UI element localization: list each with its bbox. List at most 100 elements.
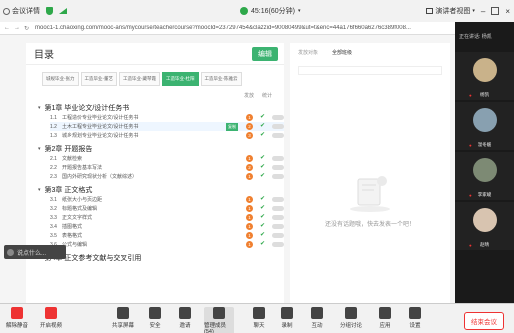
participant-name: 杨凯 xyxy=(480,92,489,97)
section-number: 2.1 xyxy=(50,155,57,162)
empty-state-text: 还没有话题哦，快去发表一个吧！ xyxy=(324,222,415,228)
section-row[interactable]: 3.4 插图格式 1 ✔ xyxy=(50,222,284,231)
reaction-button[interactable]: 互动 xyxy=(302,307,332,329)
video-off-button[interactable]: 开启视频 xyxy=(36,307,66,329)
toolbar-label: 分组讨论 xyxy=(339,323,362,329)
caret-down-icon[interactable]: ▾ xyxy=(38,146,41,152)
section-row[interactable]: 3.3 正文文字样式 1 ✔ xyxy=(50,213,284,222)
section-row[interactable]: 3.6公式与编辑1✔ xyxy=(50,240,284,249)
caret-down-icon[interactable]: ▾ xyxy=(38,187,41,193)
edit-button[interactable]: 编辑 xyxy=(252,46,278,61)
meeting-info-button[interactable]: 会议详情 xyxy=(3,6,40,16)
chat-button[interactable]: 聊天 xyxy=(244,307,274,329)
publish-toggle[interactable] xyxy=(272,206,284,211)
chat-popup-text: 说点什么... xyxy=(17,250,47,257)
class-tab[interactable]: 工造毕业-藏琴霞 xyxy=(119,72,160,86)
speaker-view-label: 演讲者视图 xyxy=(435,8,471,15)
class-tab[interactable]: 工造毕业-杜阳 xyxy=(162,72,199,86)
toolbar-label: 开启视频 xyxy=(39,323,62,329)
class-filter[interactable]: 全部班级 xyxy=(332,49,352,56)
mic-muted-button[interactable]: 解除静音 xyxy=(2,307,32,329)
members-button[interactable]: 管理成员(54) xyxy=(204,307,234,333)
participant-tile[interactable]: ● 杨凯 xyxy=(455,52,514,100)
participant-tile[interactable]: ● 李家峻 xyxy=(455,152,514,200)
caret-down-icon[interactable]: ▾ xyxy=(38,105,41,111)
invite-button[interactable]: 邀请 xyxy=(170,307,200,329)
section-row[interactable]: 2.1 文献检索 1 ✔ xyxy=(50,154,284,163)
publish-toggle[interactable] xyxy=(272,242,284,247)
meeting-timer: 45:16(60分钟) ▾ xyxy=(240,6,300,16)
chapter-row[interactable]: ▾ 第1章 毕业论文/设计任务书 xyxy=(38,102,284,113)
copy-badge[interactable]: 复制 xyxy=(226,123,238,131)
section-row[interactable]: 3.5 表格格式 1 ✔ xyxy=(50,231,284,240)
chapter-row[interactable]: ▾ 第2章 开题报告 xyxy=(38,143,284,154)
topic-input[interactable] xyxy=(298,66,442,75)
toolbar-label: 安全 xyxy=(149,323,161,329)
section-number: 1.3 xyxy=(50,132,57,139)
publish-toggle[interactable] xyxy=(272,115,284,120)
info-icon xyxy=(3,7,10,15)
publish-toggle[interactable] xyxy=(272,156,284,161)
url-field[interactable]: mooc1-1.chaoxing.com/mooc-ans/mycourse/t… xyxy=(35,25,435,31)
record-button[interactable]: 录制 xyxy=(272,307,302,329)
check-icon: ✔ xyxy=(260,214,266,220)
maximize-icon[interactable] xyxy=(491,7,500,15)
breakout-button[interactable]: 分组讨论 xyxy=(336,307,366,329)
publish-toggle[interactable] xyxy=(272,165,284,170)
record-icon xyxy=(281,307,293,319)
publish-toggle[interactable] xyxy=(272,215,284,220)
signal-icon[interactable] xyxy=(59,8,67,14)
share-screen-button[interactable]: 共享屏幕 xyxy=(108,307,138,329)
shield-status-icon[interactable] xyxy=(46,7,53,15)
class-tab[interactable]: 城规毕业-张力 xyxy=(42,72,79,86)
chapter-row[interactable]: ▾ 第3章 正文格式 xyxy=(38,184,284,195)
chevron-down-icon[interactable]: ▾ xyxy=(298,8,301,14)
section-number: 3.2 xyxy=(50,205,57,212)
gallery-header: 正在讲话: 杨凯 xyxy=(455,22,514,50)
end-meeting-button[interactable]: 结束会议 xyxy=(464,312,504,330)
section-row[interactable]: 3.2 标题格式及编辑 1 ✔ xyxy=(50,204,284,213)
forward-arrow-icon[interactable]: → xyxy=(14,25,20,32)
settings-button[interactable]: 设置 xyxy=(400,307,430,329)
task-count-badge: 1 xyxy=(246,241,253,248)
publish-toggle[interactable] xyxy=(272,233,284,238)
participant-tile[interactable]: ● 温冬媛 xyxy=(455,102,514,150)
class-tab[interactable]: 工造毕业-陈雅云 xyxy=(200,72,242,86)
apps-button[interactable]: 应用 xyxy=(370,307,400,329)
section-row[interactable]: 1.3 城乡规划专业毕业论文/设计任务书 3 ✔ xyxy=(50,131,284,140)
section-row[interactable]: 1.2 土木工程专业毕业论文/设计任务书 复制 2 ✔ xyxy=(50,122,284,131)
chapter-row[interactable]: ▾第4章 正文参考文献与交叉引用 xyxy=(38,252,284,263)
close-icon[interactable]: × xyxy=(505,7,510,16)
class-tab[interactable]: 工造毕业-董艺 xyxy=(80,72,117,86)
section-row[interactable]: 1.1 工程造价专业毕业论文/设计任务书 1 ✔ xyxy=(50,113,284,122)
publish-toggle[interactable] xyxy=(272,197,284,202)
section-number: 3.1 xyxy=(50,196,57,203)
task-count-badge: 1 xyxy=(246,232,253,239)
outline-title: 目录 xyxy=(34,50,54,61)
publish-toggle[interactable] xyxy=(272,133,284,138)
participant-tile[interactable]: ● 赵晴 xyxy=(455,202,514,250)
timer-icon xyxy=(240,7,248,15)
publish-toggle[interactable] xyxy=(272,224,284,229)
task-count-badge: 2 xyxy=(246,123,253,130)
back-arrow-icon[interactable]: ← xyxy=(4,25,10,32)
stats-column-label: 统计 xyxy=(261,93,272,99)
minimize-icon[interactable]: – xyxy=(481,7,485,16)
section-row[interactable]: 3.1 纸张大小与页边距 1 ✔ xyxy=(50,195,284,204)
speaker-view-button[interactable]: 演讲者视图 ▾ xyxy=(426,6,475,16)
target-filter[interactable]: 发放对象 xyxy=(298,49,318,56)
check-icon: ✔ xyxy=(260,196,266,202)
check-icon: ✔ xyxy=(260,114,266,120)
shield-button[interactable]: 安全 xyxy=(140,307,170,329)
avatar xyxy=(473,108,497,132)
section-row[interactable]: 2.3 国内外研究现状分析（文献综述） 1 ✔ xyxy=(50,172,284,181)
chapter-title: 第1章 毕业论文/设计任务书 xyxy=(44,104,130,112)
grid-icon xyxy=(426,8,434,14)
chat-popup[interactable]: 说点什么... xyxy=(4,245,66,259)
shared-screen: 目录 编辑 城规毕业-张力 工造毕业-董艺 工造毕业-藏琴霞 工造毕业-杜阳 工造毕业-… xyxy=(0,35,455,303)
chat-icon xyxy=(253,307,265,319)
section-row[interactable]: 2.2 开题报告基本写法 2 ✔ xyxy=(50,163,284,172)
publish-toggle[interactable] xyxy=(272,124,284,129)
reload-icon[interactable]: ↻ xyxy=(24,25,29,32)
publish-toggle[interactable] xyxy=(272,174,284,179)
